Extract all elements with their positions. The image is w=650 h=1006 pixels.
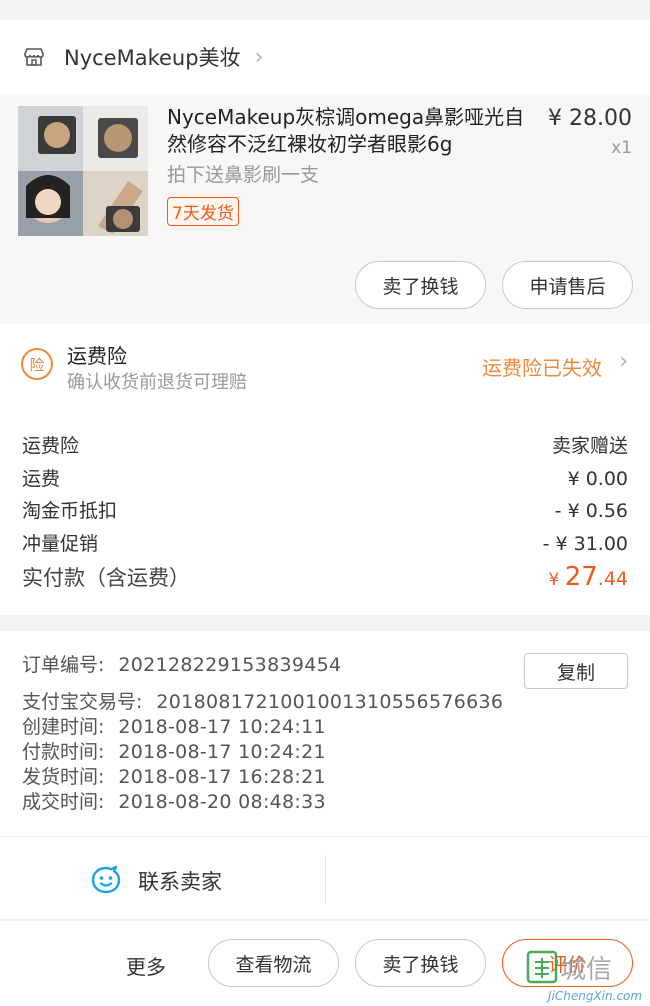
shipped-time: 2018-08-17 16:28:21 bbox=[118, 766, 326, 788]
sell-for-cash-button[interactable]: 卖了换钱 bbox=[355, 939, 486, 987]
fee-row: 淘金币抵扣 - ¥ 0.56 bbox=[22, 495, 628, 528]
fee-label: 冲量促销 bbox=[22, 532, 99, 555]
deal-time: 2018-08-20 08:48:33 bbox=[118, 791, 326, 813]
fee-row: 运费 ¥ 0.00 bbox=[22, 463, 628, 496]
chat-icon[interactable] bbox=[90, 865, 122, 895]
shipping-insurance[interactable]: 险 运费险 确认收货前退货可理赔 运费险已失效 › bbox=[0, 324, 650, 410]
fee-label: 运费险 bbox=[22, 435, 80, 457]
fee-value: - ¥ 31.00 bbox=[542, 532, 628, 555]
copy-button[interactable]: 复制 bbox=[524, 653, 628, 689]
bottom-action-bar: 更多 查看物流 卖了换钱 评价 bbox=[0, 921, 650, 1006]
total-currency: ¥ bbox=[548, 570, 565, 590]
order-info: 订单编号: 202128229153839454 复制 支付宝交易号: 201808… bbox=[0, 631, 650, 839]
created-label: 创建时间: bbox=[22, 716, 105, 738]
fee-label: 淘金币抵扣 bbox=[22, 500, 118, 522]
review-button[interactable]: 评价 bbox=[502, 939, 633, 987]
top-spacer bbox=[0, 0, 650, 20]
insurance-title: 运费险 bbox=[67, 344, 127, 368]
store-name: NyceMakeup美妆 bbox=[64, 46, 241, 70]
divider bbox=[325, 855, 326, 903]
order-number-label: 订单编号: bbox=[22, 654, 105, 676]
fee-summary: 运费险 卖家赠送 运费 ¥ 0.00 淘金币抵扣 - ¥ 0.56 冲量促销 -… bbox=[0, 410, 650, 615]
shipped-row: 发货时间: 2018-08-17 16:28:21 bbox=[22, 765, 628, 790]
insurance-icon: 险 bbox=[21, 348, 53, 380]
alipay-number: 2018081721001001310556576636 bbox=[156, 691, 504, 713]
sell-for-cash-button[interactable]: 卖了换钱 bbox=[355, 261, 486, 309]
product-quantity: x1 bbox=[611, 138, 632, 158]
total-decimal: .44 bbox=[597, 568, 628, 590]
chevron-right-icon: › bbox=[254, 44, 264, 70]
total-paid: 实付款（含运费） ¥ 27.44 bbox=[22, 562, 628, 592]
fee-label: 运费 bbox=[22, 467, 61, 490]
total-value: ¥ 27.44 bbox=[548, 562, 628, 592]
fee-row: 冲量促销 - ¥ 31.00 bbox=[22, 528, 628, 561]
product-item[interactable]: NyceMakeup灰棕调omega鼻影哑光自然修容不泛红裸妆初学者眼影6g 拍… bbox=[0, 94, 650, 324]
product-title[interactable]: NyceMakeup灰棕调omega鼻影哑光自然修容不泛红裸妆初学者眼影6g bbox=[167, 104, 537, 158]
order-number: 202128229153839454 bbox=[118, 654, 342, 676]
fee-row: 运费险 卖家赠送 bbox=[22, 430, 628, 463]
store-icon bbox=[24, 48, 44, 66]
product-thumbnail[interactable] bbox=[18, 106, 148, 236]
total-label: 实付款（含运费） bbox=[22, 566, 190, 590]
deal-row: 成交时间: 2018-08-20 08:48:33 bbox=[22, 790, 628, 815]
paid-time: 2018-08-17 10:24:21 bbox=[118, 741, 326, 763]
created-time: 2018-08-17 10:24:11 bbox=[118, 716, 326, 738]
insurance-subtitle: 确认收货前退货可理赔 bbox=[67, 372, 247, 393]
alipay-label: 支付宝交易号: bbox=[22, 691, 143, 713]
view-logistics-button[interactable]: 查看物流 bbox=[208, 939, 339, 987]
shipped-label: 发货时间: bbox=[22, 766, 105, 788]
store-header[interactable]: NyceMakeup美妆 › bbox=[0, 20, 650, 94]
contact-seller-button[interactable]: 联系卖家 bbox=[138, 866, 222, 896]
paid-row: 付款时间: 2018-08-17 10:24:21 bbox=[22, 740, 628, 765]
fee-value: ¥ 0.00 bbox=[567, 467, 628, 490]
contact-bar: 联系卖家 bbox=[0, 836, 650, 920]
alipay-row: 支付宝交易号: 2018081721001001310556576636 bbox=[22, 690, 628, 715]
fee-value: 卖家赠送 bbox=[551, 435, 628, 457]
fee-value: - ¥ 0.56 bbox=[554, 500, 628, 522]
product-subtitle: 拍下送鼻影刷一支 bbox=[167, 164, 320, 186]
product-price: ¥ 28.00 bbox=[548, 106, 632, 131]
shipping-tag: 7天发货 bbox=[167, 197, 239, 226]
paid-label: 付款时间: bbox=[22, 741, 105, 763]
after-sale-button[interactable]: 申请售后 bbox=[502, 261, 633, 309]
chevron-right-icon: › bbox=[619, 349, 628, 374]
deal-label: 成交时间: bbox=[22, 791, 105, 813]
total-integer: 27 bbox=[564, 562, 598, 592]
insurance-status[interactable]: 运费险已失效 bbox=[482, 352, 602, 381]
created-row: 创建时间: 2018-08-17 10:24:11 bbox=[22, 715, 628, 740]
more-button[interactable]: 更多 bbox=[126, 951, 166, 980]
